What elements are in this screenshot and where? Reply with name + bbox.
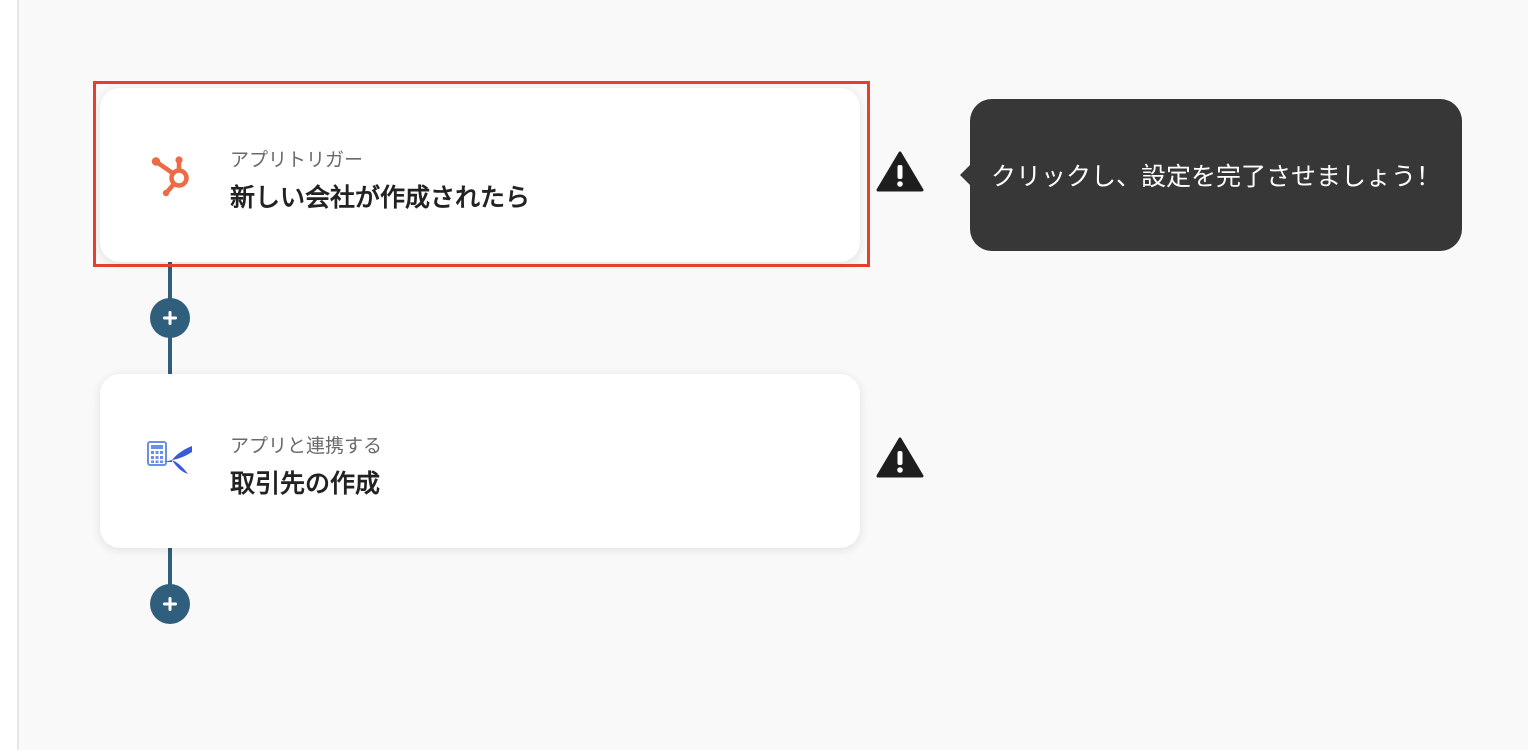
freee-accounting-icon (144, 438, 196, 486)
flow-step-trigger-card[interactable]: アプリトリガー 新しい会社が作成されたら (100, 88, 860, 262)
flow-step-action-card[interactable]: アプリと連携する 取引先の作成 (100, 374, 860, 548)
add-step-button[interactable] (150, 584, 190, 624)
step-type-label: アプリトリガー (230, 149, 364, 171)
plus-icon (163, 311, 177, 325)
step-type-label: アプリと連携する (230, 435, 383, 457)
warning-icon (876, 436, 924, 478)
add-step-button[interactable] (150, 298, 190, 338)
warning-icon (876, 150, 924, 192)
setup-hint-tooltip: クリックし、設定を完了させましょう！ (960, 99, 1462, 251)
tooltip-arrow (960, 165, 970, 185)
step-title: 新しい会社が作成されたら (230, 183, 531, 212)
hubspot-icon (144, 152, 196, 200)
plus-icon (163, 597, 177, 611)
tooltip-text: クリックし、設定を完了させましょう！ (990, 162, 1441, 191)
step-title: 取引先の作成 (230, 469, 381, 498)
